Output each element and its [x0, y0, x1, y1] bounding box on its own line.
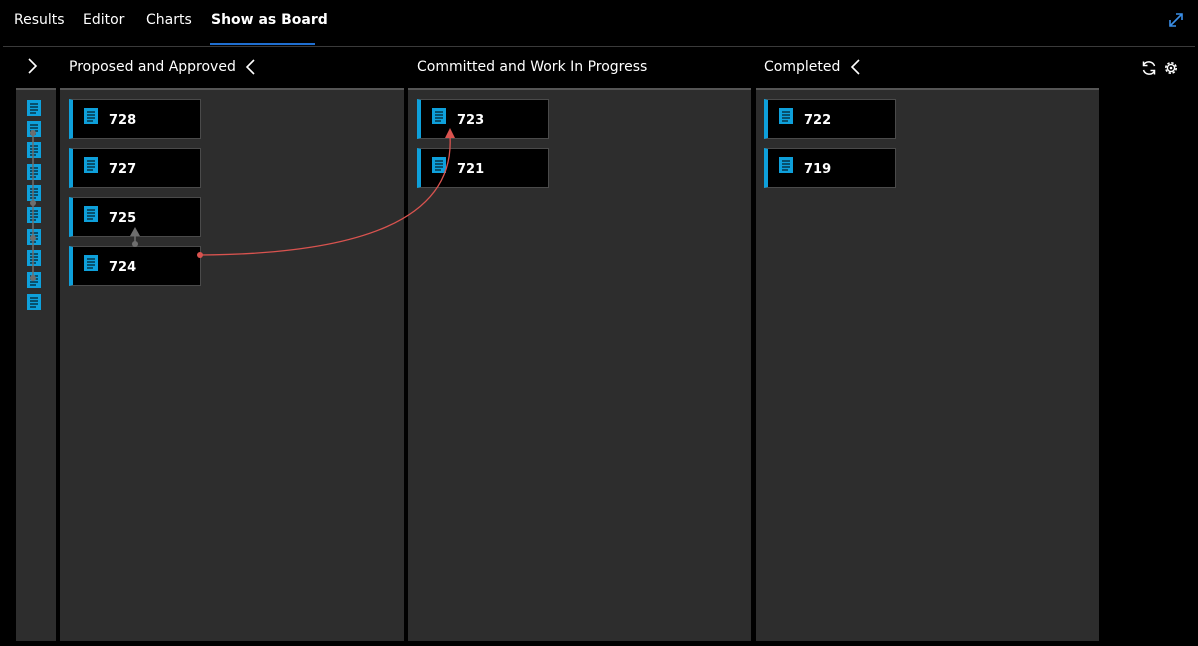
work-item-id: 725 [109, 211, 137, 226]
document-icon[interactable] [26, 120, 42, 138]
document-icon[interactable] [26, 184, 42, 202]
work-item-id: 722 [804, 113, 832, 128]
document-icon[interactable] [26, 249, 42, 267]
tab-charts[interactable]: Charts [146, 12, 192, 28]
refresh-icon[interactable] [1140, 59, 1158, 77]
tab-results[interactable]: Results [14, 12, 65, 28]
work-item-id: 724 [109, 260, 137, 275]
chevron-left-icon[interactable] [849, 58, 863, 76]
expand-diagonal-icon[interactable] [1166, 10, 1186, 30]
work-item-id: 723 [457, 113, 485, 128]
work-item-card[interactable]: 724 [69, 246, 201, 286]
work-item-card[interactable]: 721 [417, 148, 549, 188]
document-icon [779, 108, 793, 124]
work-item-card[interactable]: 722 [764, 99, 896, 139]
active-tab-indicator [210, 43, 315, 45]
tab-editor[interactable]: Editor [83, 12, 124, 28]
work-item-card[interactable]: 719 [764, 148, 896, 188]
work-item-id: 727 [109, 162, 137, 177]
document-icon[interactable] [26, 293, 42, 311]
tab-bar: Results Editor Charts Show as Board [0, 0, 1198, 46]
document-icon[interactable] [26, 228, 42, 246]
work-item-card[interactable]: 723 [417, 99, 549, 139]
document-icon[interactable] [26, 206, 42, 224]
chevron-left-icon[interactable] [244, 58, 258, 76]
document-icon[interactable] [26, 163, 42, 181]
work-item-id: 728 [109, 113, 137, 128]
document-icon [432, 157, 446, 173]
document-icon [84, 206, 98, 222]
document-icon [84, 108, 98, 124]
column-header-proposed: Proposed and Approved [69, 59, 236, 75]
column-header-committed: Committed and Work In Progress [417, 59, 648, 75]
document-icon [84, 157, 98, 173]
document-icon[interactable] [26, 99, 42, 117]
collapsed-backlog-rail [16, 88, 56, 641]
work-item-id: 719 [804, 162, 832, 177]
gear-icon[interactable] [1162, 59, 1180, 77]
document-icon [432, 108, 446, 124]
tab-show-as-board[interactable]: Show as Board [211, 12, 328, 28]
document-icon[interactable] [26, 271, 42, 289]
board-view: Results Editor Charts Show as Board Prop… [0, 0, 1198, 646]
work-item-id: 721 [457, 162, 485, 177]
chevron-right-icon[interactable] [24, 56, 42, 76]
work-item-card[interactable]: 728 [69, 99, 201, 139]
tab-divider [3, 46, 1195, 47]
document-icon [84, 255, 98, 271]
work-item-card[interactable]: 727 [69, 148, 201, 188]
work-item-card[interactable]: 725 [69, 197, 201, 237]
document-icon [779, 157, 793, 173]
document-icon[interactable] [26, 141, 42, 159]
column-header-completed: Completed [764, 59, 841, 75]
